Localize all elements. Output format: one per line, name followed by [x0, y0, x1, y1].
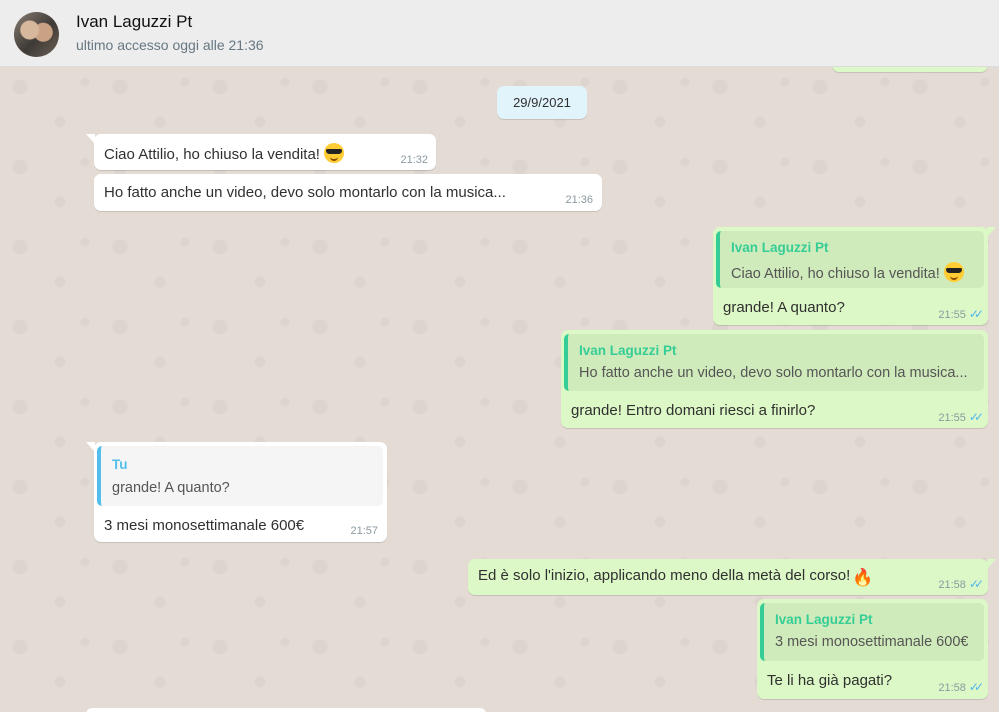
- sunglasses-emoji-icon: [323, 143, 344, 163]
- read-receipt-icon: ✓✓: [968, 410, 984, 424]
- fire-emoji-icon: 🔥: [852, 568, 874, 587]
- quoted-message[interactable]: Ivan Laguzzi Pt Ho fatto anche un video,…: [564, 334, 984, 391]
- next-message-bubble: [86, 708, 486, 712]
- message-list[interactable]: 29/9/2021 Ciao Attilio, ho chiuso la ven…: [0, 67, 999, 712]
- message-time: 21:55 ✓✓: [938, 410, 984, 424]
- chat-header: Ivan Laguzzi Pt ultimo accesso oggi alle…: [0, 0, 999, 67]
- quoted-author: Tu: [112, 457, 128, 472]
- incoming-message[interactable]: Tu grande! A quanto? 3 mesi monosettiman…: [86, 442, 387, 542]
- message-time: 21:58 ✓✓: [938, 680, 984, 694]
- quoted-text: 3 mesi monosettimanale 600€: [775, 634, 969, 650]
- message-text: Te li ha già pagati?: [767, 672, 893, 689]
- contact-avatar[interactable]: [14, 12, 59, 57]
- incoming-message[interactable]: Ho fatto anche un video, devo solo monta…: [94, 174, 602, 211]
- read-receipt-icon: ✓✓: [968, 307, 984, 321]
- quoted-message[interactable]: Ivan Laguzzi Pt 3 mesi monosettimanale 6…: [760, 603, 984, 661]
- read-receipt-icon: ✓✓: [968, 680, 984, 694]
- previous-message-bubble: [832, 67, 988, 72]
- message-text: Ho fatto anche un video, devo solo monta…: [104, 184, 506, 201]
- quoted-author: Ivan Laguzzi Pt: [579, 343, 677, 358]
- last-seen-status: ultimo accesso oggi alle 21:36: [76, 37, 264, 53]
- message-time: 21:55 ✓✓: [938, 307, 984, 321]
- outgoing-message[interactable]: Ivan Laguzzi Pt 3 mesi monosettimanale 6…: [757, 599, 988, 699]
- quoted-author: Ivan Laguzzi Pt: [731, 240, 829, 255]
- date-separator: 29/9/2021: [497, 86, 587, 119]
- message-text: Ed è solo l'inizio, applicando meno dell…: [478, 567, 874, 587]
- quoted-message[interactable]: Ivan Laguzzi Pt Ciao Attilio, ho chiuso …: [716, 231, 984, 288]
- message-time: 21:58 ✓✓: [938, 577, 984, 591]
- sunglasses-emoji-icon: [943, 262, 964, 282]
- quoted-text: Ho fatto anche un video, devo solo monta…: [579, 365, 968, 381]
- message-time: 21:57: [350, 525, 378, 537]
- incoming-message[interactable]: Ciao Attilio, ho chiuso la vendita! 21:3…: [86, 134, 436, 170]
- contact-name[interactable]: Ivan Laguzzi Pt: [76, 12, 192, 32]
- message-text: Ciao Attilio, ho chiuso la vendita!: [104, 143, 344, 163]
- quoted-text: Ciao Attilio, ho chiuso la vendita!: [731, 262, 964, 282]
- message-text: grande! Entro domani riesci a finirlo?: [571, 402, 816, 419]
- outgoing-message[interactable]: Ed è solo l'inizio, applicando meno dell…: [468, 559, 996, 595]
- quoted-text: grande! A quanto?: [112, 480, 230, 496]
- message-time: 21:32: [400, 154, 428, 166]
- outgoing-message[interactable]: Ivan Laguzzi Pt Ho fatto anche un video,…: [561, 330, 988, 428]
- outgoing-message[interactable]: Ivan Laguzzi Pt Ciao Attilio, ho chiuso …: [713, 227, 996, 325]
- quoted-message[interactable]: Tu grande! A quanto?: [97, 446, 383, 506]
- message-text: grande! A quanto?: [723, 299, 845, 316]
- message-time: 21:36: [565, 194, 593, 206]
- message-text: 3 mesi monosettimanale 600€: [104, 517, 305, 534]
- read-receipt-icon: ✓✓: [968, 577, 984, 591]
- quoted-author: Ivan Laguzzi Pt: [775, 612, 873, 627]
